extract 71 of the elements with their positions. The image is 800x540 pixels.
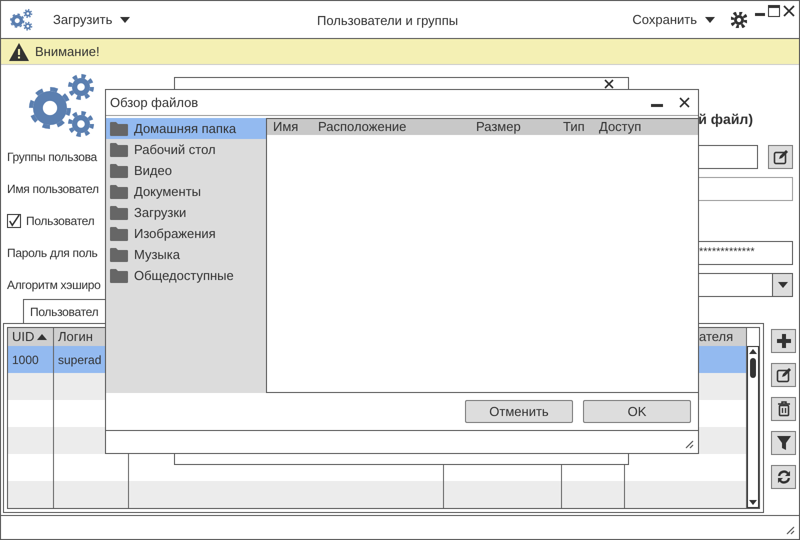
place-item[interactable]: Документы xyxy=(106,181,266,202)
edit-icon xyxy=(772,149,788,165)
dialog-title: Обзор файлов xyxy=(110,94,198,112)
filter-button[interactable] xyxy=(771,431,796,455)
column-header[interactable]: Логин xyxy=(58,327,93,347)
folder-icon xyxy=(110,205,128,220)
scroll-up-icon[interactable] xyxy=(749,349,757,354)
scrollbar[interactable] xyxy=(747,346,759,508)
column-header[interactable]: Тип xyxy=(557,117,593,137)
warning-icon xyxy=(9,42,29,60)
column-header[interactable]: Доступ xyxy=(593,117,693,137)
edit-icon xyxy=(776,367,792,383)
column-header[interactable]: ателя xyxy=(699,327,734,347)
table-cell-text: superad xyxy=(58,352,102,368)
settings-icon[interactable] xyxy=(731,12,747,28)
column-header[interactable]: Имя xyxy=(267,117,312,137)
caret-icon xyxy=(778,282,788,288)
close-icon[interactable] xyxy=(604,79,614,89)
dialog-button[interactable]: OK xyxy=(583,400,691,423)
column-header[interactable]: Расположение xyxy=(312,117,470,137)
place-item[interactable]: Видео xyxy=(106,160,266,181)
folder-icon xyxy=(110,226,128,241)
place-item[interactable]: Музыка xyxy=(106,244,266,265)
folder-icon xyxy=(110,184,128,199)
gears-icon xyxy=(9,8,33,30)
caret-icon xyxy=(705,16,715,22)
refresh-button[interactable] xyxy=(771,465,796,489)
delete-button[interactable] xyxy=(771,397,796,421)
place-item[interactable]: Общедоступные xyxy=(106,265,266,286)
dropdown-field[interactable] xyxy=(698,273,793,297)
plus-icon xyxy=(776,333,792,349)
column-header[interactable]: Размер xyxy=(470,117,557,137)
caret-icon xyxy=(120,16,130,22)
checkbox[interactable] xyxy=(7,214,21,228)
warning-text: Внимание! xyxy=(35,42,100,61)
field-label: Группы пользова xyxy=(7,149,97,166)
scrollbar-thumb[interactable] xyxy=(750,358,756,378)
folder-icon xyxy=(110,268,128,283)
checkbox-label: Пользовател xyxy=(26,213,94,230)
sort-icon xyxy=(37,334,48,340)
close-icon[interactable] xyxy=(783,5,795,17)
place-item[interactable]: Изображения xyxy=(106,223,266,244)
close-icon[interactable] xyxy=(679,97,690,108)
gears-icon xyxy=(26,74,96,138)
resize-grip-icon[interactable] xyxy=(684,439,694,449)
window-title: Пользователи и группы xyxy=(317,12,458,30)
resize-grip-icon[interactable] xyxy=(785,525,795,535)
form-heading: й файл) xyxy=(698,111,753,127)
folder-icon xyxy=(110,121,128,136)
refresh-icon xyxy=(776,469,792,485)
field-label: Имя пользовател xyxy=(7,181,99,198)
add-button[interactable] xyxy=(771,329,796,353)
load-menu[interactable]: Загрузить xyxy=(53,10,130,30)
place-item[interactable]: Домашняя папка xyxy=(106,118,266,139)
folder-icon xyxy=(110,163,128,178)
save-menu[interactable]: Сохранить xyxy=(632,10,715,30)
field-label: Пароль для поль xyxy=(7,245,98,262)
place-item[interactable]: Загрузки xyxy=(106,202,266,223)
trash-icon xyxy=(776,401,790,417)
maximize-icon[interactable] xyxy=(768,5,780,17)
field-label: Алгоритм хэширо xyxy=(7,277,101,294)
dialog-button[interactable]: Отменить xyxy=(465,400,573,423)
place-item[interactable]: Рабочий стол xyxy=(106,139,266,160)
filter-icon xyxy=(776,435,792,451)
folder-icon xyxy=(110,142,128,157)
column-header[interactable]: UID xyxy=(12,327,48,347)
edit-button[interactable] xyxy=(771,363,796,387)
folder-icon xyxy=(110,247,128,262)
scroll-down-icon[interactable] xyxy=(749,500,757,505)
edit-button[interactable] xyxy=(768,145,793,169)
table-cell-text: 1000 xyxy=(12,352,39,368)
